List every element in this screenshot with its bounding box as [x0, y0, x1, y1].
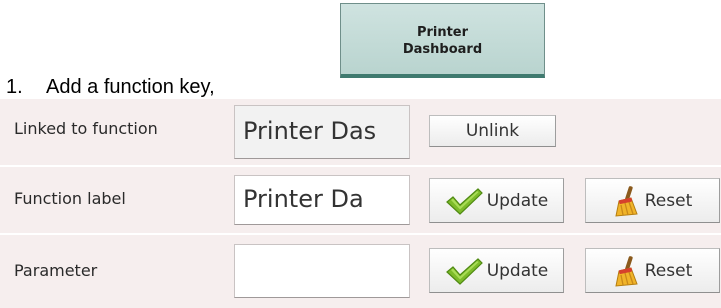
linked-to-function-row: Linked to function Printer Das Unlink — [0, 97, 721, 165]
parameter-input[interactable] — [234, 244, 410, 298]
broom-icon — [613, 185, 641, 217]
update-button-label: Update — [486, 190, 549, 211]
function-label-row: Function label Printer Da Update Reset — [0, 165, 721, 233]
unlink-button-label: Unlink — [465, 121, 520, 141]
function-key-settings: Linked to function Printer Das Unlink Fu… — [0, 97, 721, 308]
function-label-label: Function label — [14, 189, 126, 208]
broom-icon — [613, 255, 641, 287]
parameter-row: Parameter Update Reset — [0, 233, 721, 308]
linked-to-function-label: Linked to function — [14, 119, 158, 138]
parameter-label: Parameter — [14, 261, 98, 280]
step-number: 1. — [6, 76, 23, 98]
unlink-button[interactable]: Unlink — [429, 115, 556, 147]
printer-dashboard-function-key[interactable]: Printer Dashboard — [340, 3, 545, 78]
reset-button[interactable]: Reset — [585, 248, 720, 293]
checkmark-icon — [445, 187, 483, 215]
instruction-text: Add a function key, — [46, 76, 215, 98]
linked-function-field[interactable]: Printer Das — [234, 105, 410, 159]
function-label-input[interactable]: Printer Da — [234, 175, 410, 225]
reset-button-label: Reset — [644, 190, 693, 211]
reset-button[interactable]: Reset — [585, 178, 720, 223]
update-button[interactable]: Update — [429, 248, 564, 293]
reset-button-label: Reset — [644, 260, 693, 281]
function-key-label-line1: Printer — [416, 25, 469, 40]
update-button[interactable]: Update — [429, 178, 564, 223]
function-key-label-line2: Dashboard — [402, 42, 483, 57]
update-button-label: Update — [486, 260, 549, 281]
instruction: 1. Add a function key, — [6, 76, 215, 99]
checkmark-icon — [445, 257, 483, 285]
